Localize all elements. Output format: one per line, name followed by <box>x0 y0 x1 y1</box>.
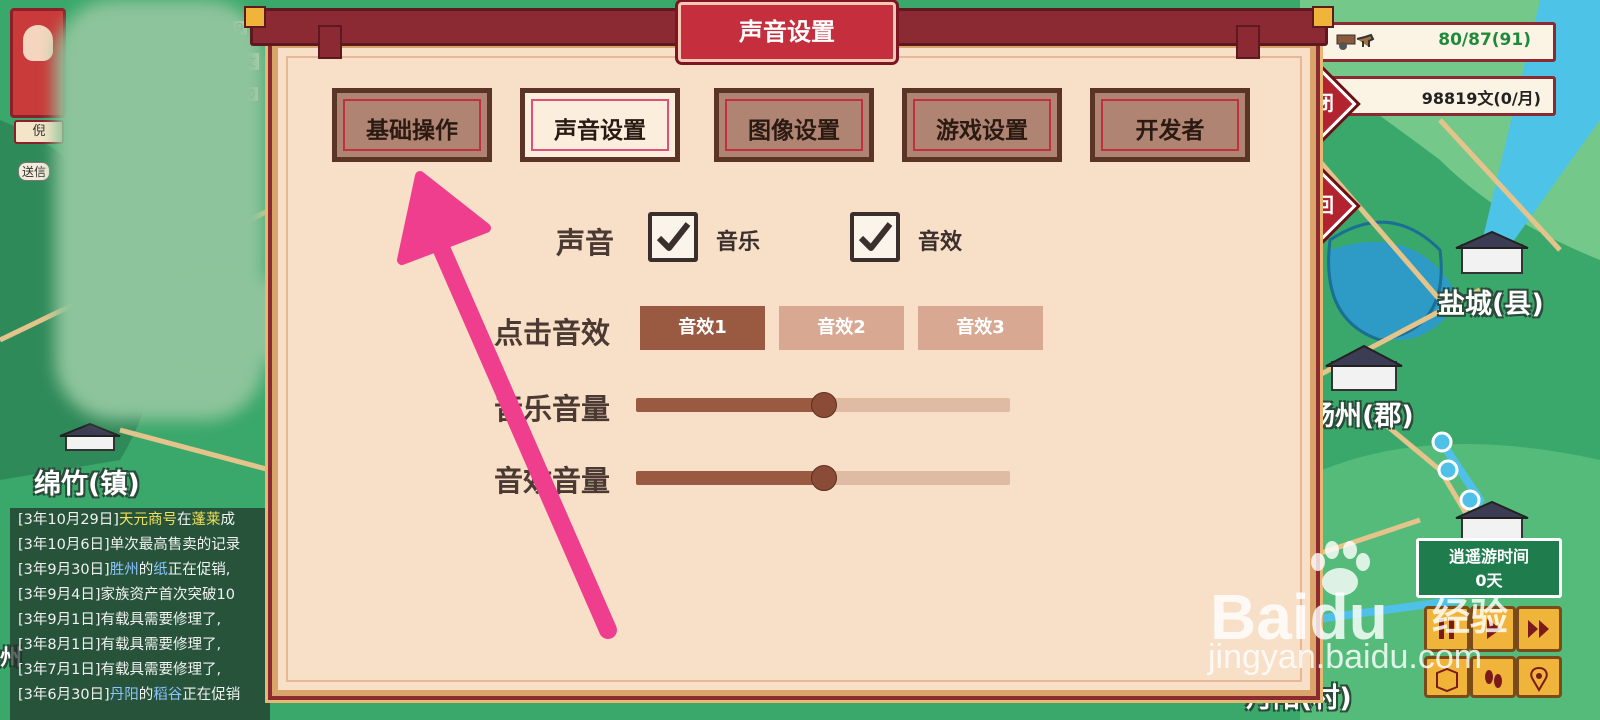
checkmark-icon <box>858 222 893 251</box>
log-text: 有载具需要修理了, <box>100 662 222 678</box>
log-text: 在 <box>176 512 192 528</box>
gate-cap-right <box>1312 6 1334 28</box>
music-label: 音乐 <box>716 230 761 255</box>
log-line: [3年9月1日]有载具需要修理了, <box>10 608 270 633</box>
watermark-jingyan: 经验 <box>1432 595 1509 639</box>
log-text: 有载具需要修理了, <box>100 637 222 653</box>
log-text: 家族资产首次突破10 <box>100 587 235 603</box>
log-date: [3年7月1日] <box>18 662 101 678</box>
money-value: 98819文(0/月) <box>1421 89 1541 108</box>
log-text: 的 <box>138 687 154 703</box>
watermark-url: jingyan.baidu.com <box>1208 638 1483 676</box>
tab-graphics-settings[interactable]: 图像设置 <box>714 88 874 162</box>
tab-sound-settings[interactable]: 声音设置 <box>520 88 680 162</box>
horse-cart-icon <box>1336 33 1375 50</box>
sfx-volume-slider[interactable] <box>636 465 1010 491</box>
dialog-title: 声音设置 <box>739 18 835 46</box>
tab-label: 基础操作 <box>366 117 458 144</box>
log-text: 天元商号 <box>118 512 177 528</box>
gate-post-right <box>1236 25 1260 59</box>
sfx-option-3[interactable]: 音效3 <box>918 306 1043 350</box>
slider-knob[interactable] <box>811 392 837 418</box>
log-line: [3年6月30日]丹阳的稻谷正在促销 <box>10 683 270 708</box>
log-date: [3年10月29日] <box>18 512 119 528</box>
avatar <box>23 25 53 61</box>
log-date: [3年9月1日] <box>18 612 101 628</box>
tab-label: 图像设置 <box>748 117 840 144</box>
cargo-capacity: 80/87(91) <box>1320 22 1556 62</box>
log-text: 蓬莱 <box>191 512 221 528</box>
log-date: [3年8月1日] <box>18 637 101 653</box>
event-log[interactable]: [3年10月29日]天元商号在蓬莱成 [3年10月6日]单次最高售卖的记录 [3年9… <box>10 508 270 720</box>
sfx-option-2[interactable]: 音效2 <box>779 306 904 350</box>
log-line: [3年10月29日]天元商号在蓬莱成 <box>10 508 270 533</box>
tab-developer[interactable]: 开发者 <box>1090 88 1250 162</box>
city-label-yangzhou[interactable]: 扬州(郡) <box>1308 394 1414 433</box>
sfx-option-1[interactable]: 音效1 <box>640 306 765 350</box>
money-display: 98819文(0/月) <box>1320 76 1556 116</box>
slider-fill <box>636 398 823 412</box>
log-text: 丹阳 <box>109 687 139 703</box>
baidu-watermark: Baidu 经验 jingyan.baidu.com <box>1200 540 1600 680</box>
log-date: [3年9月30日] <box>18 562 110 578</box>
send-letter-tag[interactable]: 送信 <box>18 162 51 181</box>
checkmark-icon <box>656 222 691 251</box>
log-text: 单次最高售卖的记录 <box>109 537 241 553</box>
sfx-label: 音效 <box>918 230 963 255</box>
log-date: [3年6月30日] <box>18 687 110 703</box>
tab-label: 游戏设置 <box>936 117 1028 144</box>
town-label-mianzhu[interactable]: 绵竹(镇) <box>34 462 140 501</box>
log-text: 成 <box>220 512 235 528</box>
city-label-yancheng[interactable]: 盐城(县) <box>1438 282 1544 321</box>
tab-basic-controls[interactable]: 基础操作 <box>332 88 492 162</box>
log-text: 正在促销 <box>182 687 241 703</box>
dialog-title-plate: 声音设置 <box>678 2 896 62</box>
slider-fill <box>636 471 823 485</box>
log-text: 胜州 <box>109 562 139 578</box>
slider-knob[interactable] <box>811 465 837 491</box>
log-line: [3年9月4日]家族资产首次突破10 <box>10 583 270 608</box>
log-date: [3年10月6日] <box>18 537 110 553</box>
tab-label: 开发者 <box>1135 117 1205 144</box>
log-date: [3年9月4日] <box>18 587 101 603</box>
gate-cap-left <box>244 6 266 28</box>
tab-game-settings[interactable]: 游戏设置 <box>902 88 1062 162</box>
log-text: 有载具需要修理了, <box>100 612 222 628</box>
gate-post-left <box>318 25 342 59</box>
log-text: 纸 <box>153 562 168 578</box>
sfx-checkbox[interactable] <box>850 212 900 262</box>
music-volume-slider[interactable] <box>636 392 1010 418</box>
log-line: [3年8月1日]有载具需要修理了, <box>10 633 270 658</box>
log-text: 稻谷 <box>153 687 183 703</box>
music-checkbox[interactable] <box>648 212 698 262</box>
log-line: [3年10月6日]单次最高售卖的记录 <box>10 533 270 558</box>
log-line: [3年7月1日]有载具需要修理了, <box>10 658 270 683</box>
log-text: 的 <box>138 562 154 578</box>
cargo-value: 80/87(91) <box>1438 30 1531 50</box>
tab-label: 声音设置 <box>554 117 646 144</box>
log-text: 正在促销, <box>167 562 231 578</box>
log-line: [3年9月30日]胜州的纸正在促销, <box>10 558 270 583</box>
pink-annotation-arrow <box>397 171 617 639</box>
